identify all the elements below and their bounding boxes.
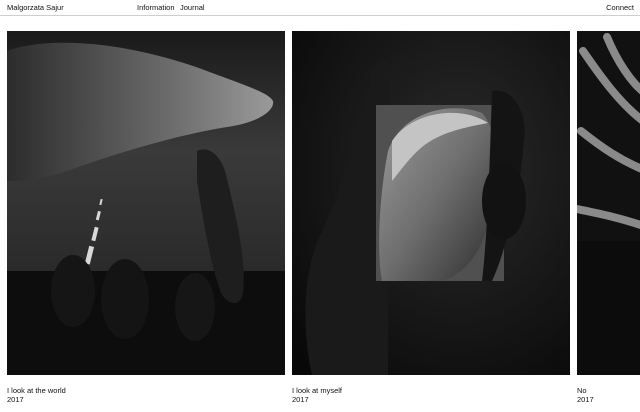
project-title[interactable]: I look at the world xyxy=(7,386,66,395)
site-title-link[interactable]: Malgorzata Sajur xyxy=(7,2,64,13)
project-title[interactable]: I look at myself xyxy=(292,386,342,395)
nav-journal-link[interactable]: Journal xyxy=(180,2,205,13)
hand-road-photo-icon xyxy=(7,31,285,375)
project-title[interactable]: No xyxy=(577,386,594,395)
hands-mirror-photo-icon xyxy=(292,31,570,375)
project-year: 2017 xyxy=(577,395,594,404)
project-caption: I look at the world 2017 xyxy=(7,386,66,404)
project-photo[interactable] xyxy=(7,31,285,375)
nav-information-link[interactable]: Information xyxy=(137,2,175,13)
nav-connect-link[interactable]: Connect xyxy=(606,2,634,13)
project-caption: I look at myself 2017 xyxy=(292,386,342,404)
project-photo[interactable] xyxy=(292,31,570,375)
project-year: 2017 xyxy=(7,395,24,404)
top-navigation-bar: Malgorzata Sajur Information Journal Con… xyxy=(0,0,640,16)
fingers-photo-icon xyxy=(577,31,640,375)
project-caption: No 2017 xyxy=(577,386,594,404)
project-year: 2017 xyxy=(292,395,309,404)
project-photo[interactable] xyxy=(577,31,640,375)
